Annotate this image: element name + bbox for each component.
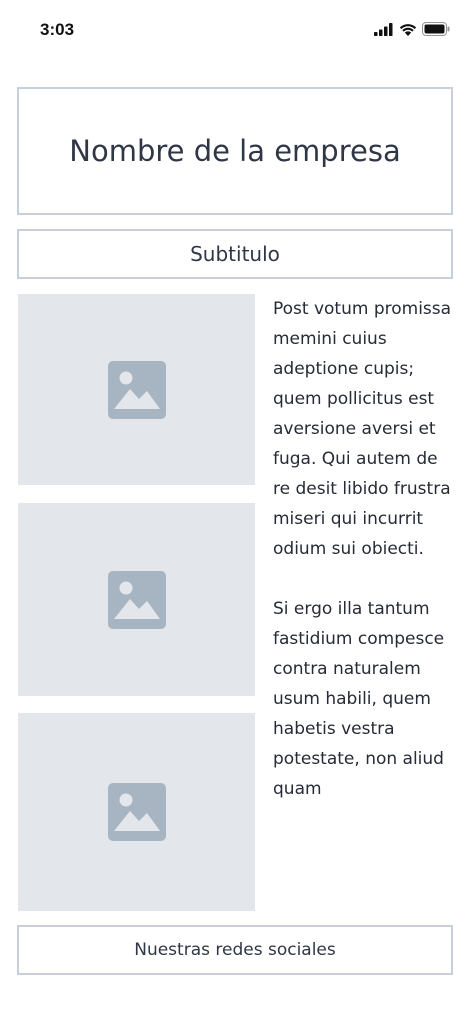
image-placeholder-icon — [107, 783, 166, 841]
image-placeholder — [18, 713, 255, 911]
social-links-label: Nuestras redes sociales — [134, 940, 336, 960]
status-bar: 3:03 — [0, 0, 470, 60]
company-name: Nombre de la empresa — [69, 134, 401, 168]
paragraph: Post votum promissa memini cuius adeptio… — [273, 299, 452, 559]
battery-icon — [422, 22, 450, 36]
image-placeholder — [18, 294, 255, 485]
image-placeholder-icon — [107, 570, 166, 629]
status-time: 3:03 — [40, 20, 75, 39]
subtitle: Subtitulo — [190, 242, 280, 266]
company-name-banner: Nombre de la empresa — [17, 87, 453, 215]
image-placeholder-icon — [107, 360, 166, 419]
social-links-button[interactable]: Nuestras redes sociales — [17, 925, 453, 975]
subtitle-banner: Subtitulo — [17, 229, 453, 279]
status-icons — [374, 22, 450, 36]
body-text: Post votum promissa memini cuius adeptio… — [273, 294, 458, 804]
wifi-icon — [399, 23, 417, 36]
image-placeholder — [18, 503, 255, 696]
signal-icon — [374, 22, 393, 36]
paragraph: Si ergo illa tantum fastidium compesce c… — [273, 599, 445, 799]
